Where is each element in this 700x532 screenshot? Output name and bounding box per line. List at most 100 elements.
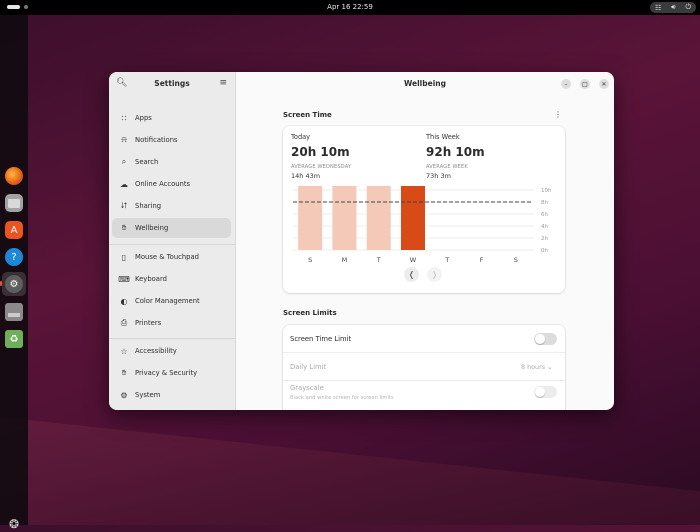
x-tick-label: S xyxy=(308,256,312,264)
gear-icon: ⚙ xyxy=(120,390,128,400)
firefox-icon[interactable] xyxy=(5,167,23,185)
menu-icon[interactable]: ≡ xyxy=(219,78,227,88)
bar xyxy=(366,186,391,250)
sidebar-item-printers[interactable]: ⎙ Printers xyxy=(112,313,231,333)
sidebar-item-privacy-security[interactable]: ✋︎ Privacy & Security xyxy=(112,363,231,383)
sidebar-item-label: Keyboard xyxy=(135,275,167,283)
switch-knob xyxy=(535,387,545,397)
files-icon[interactable] xyxy=(5,194,23,212)
previous-week-button[interactable]: ❬ xyxy=(404,267,419,282)
system-tray[interactable]: ☷ 🔊︎ ⏻ xyxy=(650,2,696,13)
minimize-button[interactable]: – xyxy=(561,79,571,89)
bar xyxy=(332,186,357,250)
clock[interactable]: Apr 16 22:59 xyxy=(0,3,700,11)
screen-time-limit-row[interactable]: Screen Time Limit xyxy=(283,325,565,353)
keyboard-icon: ⌨ xyxy=(118,274,130,284)
sidebar-item-label: Accessibility xyxy=(135,347,177,355)
x-tick-label: S xyxy=(514,256,518,264)
grayscale-row[interactable]: Grayscale Black and white screen for scr… xyxy=(283,381,565,409)
chevron-down-icon: ⌄ xyxy=(547,363,553,371)
sidebar-item-accessibility[interactable]: ☆ Accessibility xyxy=(112,341,231,361)
search-icon: ⌕ xyxy=(121,157,127,166)
sidebar-item-label: Apps xyxy=(135,114,152,122)
sidebar-item-label: System xyxy=(135,391,161,399)
sidebar-item-label: Sharing xyxy=(135,202,162,210)
sidebar-item-label: Color Management xyxy=(135,297,200,305)
share-icon: ⮃ xyxy=(120,201,128,210)
sidebar-divider xyxy=(109,244,235,245)
cloud-icon: ☁ xyxy=(120,179,128,189)
bar-highlight xyxy=(401,186,425,250)
hand-icon: ✋︎ xyxy=(121,223,127,232)
screen-limits-heading: Screen Limits xyxy=(283,309,337,317)
sidebar-item-label: Printers xyxy=(135,319,162,327)
dock: A ? ⚙ ♻ ❂ xyxy=(0,15,28,531)
sidebar-item-notifications[interactable]: ⍾ Notifications xyxy=(112,130,231,150)
screen-time-limit-switch[interactable] xyxy=(534,333,557,345)
sidebar-header: 🔍︎ Settings ≡ xyxy=(109,72,235,96)
show-apps-icon[interactable]: ❂ xyxy=(6,516,22,532)
sidebar-item-search[interactable]: ⌕ Search xyxy=(112,152,231,172)
top-bar: Apr 16 22:59 ☷ 🔊︎ ⏻ xyxy=(0,0,700,15)
main-content: Wellbeing – □ ✕ Screen Time ⋮ Today 20h … xyxy=(236,72,614,410)
maximize-button[interactable]: □ xyxy=(580,79,590,89)
bell-icon: ⍾ xyxy=(121,135,127,144)
sidebar-item-color-management[interactable]: ◐ Color Management xyxy=(112,291,231,311)
help-icon[interactable]: ? xyxy=(5,248,23,266)
more-options-icon[interactable]: ⋮ xyxy=(554,110,562,119)
sidebar-item-apps[interactable]: ∷ Apps xyxy=(112,108,231,128)
daily-limit-value[interactable]: 8 hours ⌄ xyxy=(521,363,552,371)
sidebar-item-sharing[interactable]: ⮃ Sharing xyxy=(112,196,231,216)
y-tick-label: 8h xyxy=(541,200,548,206)
sidebar-item-mouse-touchpad[interactable]: ▯ Mouse & Touchpad xyxy=(112,247,231,267)
sidebar-item-system[interactable]: ⚙ System xyxy=(112,385,231,405)
sidebar-item-label: Wellbeing xyxy=(135,224,169,232)
y-tick-label: 0h xyxy=(541,248,548,254)
screen-time-chart: 10h 8h 6h 4h 2h 0h S M T W T F S xyxy=(293,186,552,264)
wallpaper xyxy=(0,417,700,525)
volume-icon: 🔊︎ xyxy=(671,3,676,11)
sidebar-item-label: Search xyxy=(135,158,159,166)
x-tick-label: W xyxy=(410,256,417,264)
x-tick-label: M xyxy=(342,256,348,264)
row-subtitle: Black and white screen for screen limits xyxy=(290,395,394,401)
grayscale-switch[interactable] xyxy=(534,386,557,398)
x-tick-label: T xyxy=(376,256,381,264)
screen-time-heading: Screen Time xyxy=(283,111,332,119)
row-label: Screen Time Limit xyxy=(290,335,352,343)
dock-running-indicator xyxy=(0,281,2,286)
printer-icon: ⎙ xyxy=(120,318,128,327)
sidebar-item-label: Mouse & Touchpad xyxy=(135,253,199,261)
daily-limit-row[interactable]: Daily Limit 8 hours ⌄ xyxy=(283,353,565,381)
y-tick-label: 6h xyxy=(541,212,548,218)
bar xyxy=(298,186,323,250)
mouse-icon: ▯ xyxy=(121,252,127,262)
hand-icon: ✋︎ xyxy=(121,368,127,377)
sidebar-item-label: Online Accounts xyxy=(135,180,191,188)
sidebar-item-wellbeing[interactable]: ✋︎ Wellbeing xyxy=(112,218,231,238)
grid-icon: ∷ xyxy=(121,113,127,123)
row-label: Daily Limit xyxy=(290,363,327,371)
disk-icon[interactable] xyxy=(5,303,23,321)
settings-icon[interactable]: ⚙ xyxy=(5,275,23,293)
close-button[interactable]: ✕ xyxy=(599,79,609,89)
app-center-icon[interactable]: A xyxy=(5,221,23,239)
trash-icon[interactable]: ♻ xyxy=(5,330,23,348)
sidebar-divider xyxy=(109,338,235,339)
y-tick-label: 10h xyxy=(541,188,552,194)
screen-limits-card: Screen Time Limit Daily Limit 8 hours ⌄ … xyxy=(283,325,565,410)
y-tick-label: 2h xyxy=(541,236,548,242)
x-tick-label: T xyxy=(444,256,449,264)
network-icon: ☷ xyxy=(654,3,662,12)
accessibility-icon: ☆ xyxy=(120,346,128,356)
next-week-button[interactable]: ❭ xyxy=(427,267,442,282)
y-tick-label: 4h xyxy=(541,224,548,230)
screen-time-card: Today 20h 10m AVERAGE WEDNESDAY 14h 43m … xyxy=(283,126,565,293)
settings-window: 🔍︎ Settings ≡ ∷ Apps ⍾ Notifications ⌕ Sear… xyxy=(109,72,614,410)
page-title: Wellbeing xyxy=(404,79,446,88)
sidebar-item-label: Privacy & Security xyxy=(135,369,198,377)
sidebar-item-online-accounts[interactable]: ☁ Online Accounts xyxy=(112,174,231,194)
sidebar-item-keyboard[interactable]: ⌨ Keyboard xyxy=(112,269,231,289)
sidebar-title: Settings xyxy=(154,79,190,88)
row-label: Grayscale xyxy=(290,384,324,392)
